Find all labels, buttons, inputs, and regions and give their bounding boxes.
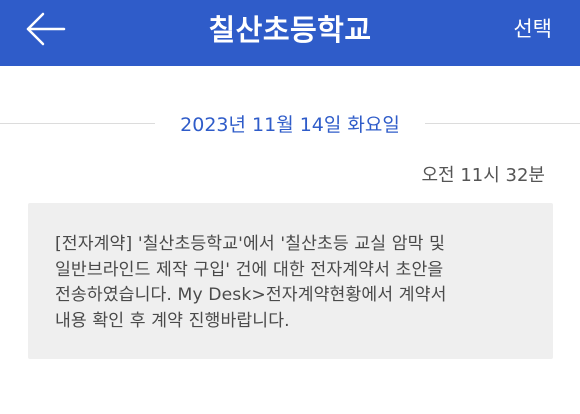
message-line: 일반브라인드 제작 구입' 건에 대한 전자계약서 초안을 [55, 259, 444, 280]
message-bubble[interactable]: [전자계약] '칠산초등학교'에서 '칠산초등 교실 암막 및 일반브라인드 제… [28, 203, 553, 359]
back-button[interactable] [22, 9, 70, 49]
message-line: 내용 확인 후 계약 진행바랍니다. [55, 310, 290, 331]
back-arrow-icon [26, 12, 66, 46]
message-line: [전자계약] '칠산초등학교'에서 '칠산초등 교실 암막 및 [55, 234, 446, 254]
message-timestamp: 오전 11시 32분 [421, 165, 546, 186]
divider-line-left [0, 123, 155, 124]
page-title: 칠산초등학교 [208, 13, 372, 47]
message-line: 전송하였습니다. My Desk>전자계약현황에서 계약서 [55, 285, 447, 305]
app-header: 칠산초등학교 선택 [0, 0, 580, 66]
divider-line-right [425, 123, 580, 124]
message-screen: 칠산초등학교 선택 2023년 11월 14일 화요일 오전 11시 32분 [… [0, 0, 580, 414]
message-body: [전자계약] '칠산초등학교'에서 '칠산초등 교실 암막 및 일반브라인드 제… [55, 232, 545, 334]
date-label: 2023년 11월 14일 화요일 [180, 114, 400, 136]
date-divider: 2023년 11월 14일 화요일 [0, 109, 580, 137]
select-button[interactable]: 선택 [513, 13, 552, 43]
